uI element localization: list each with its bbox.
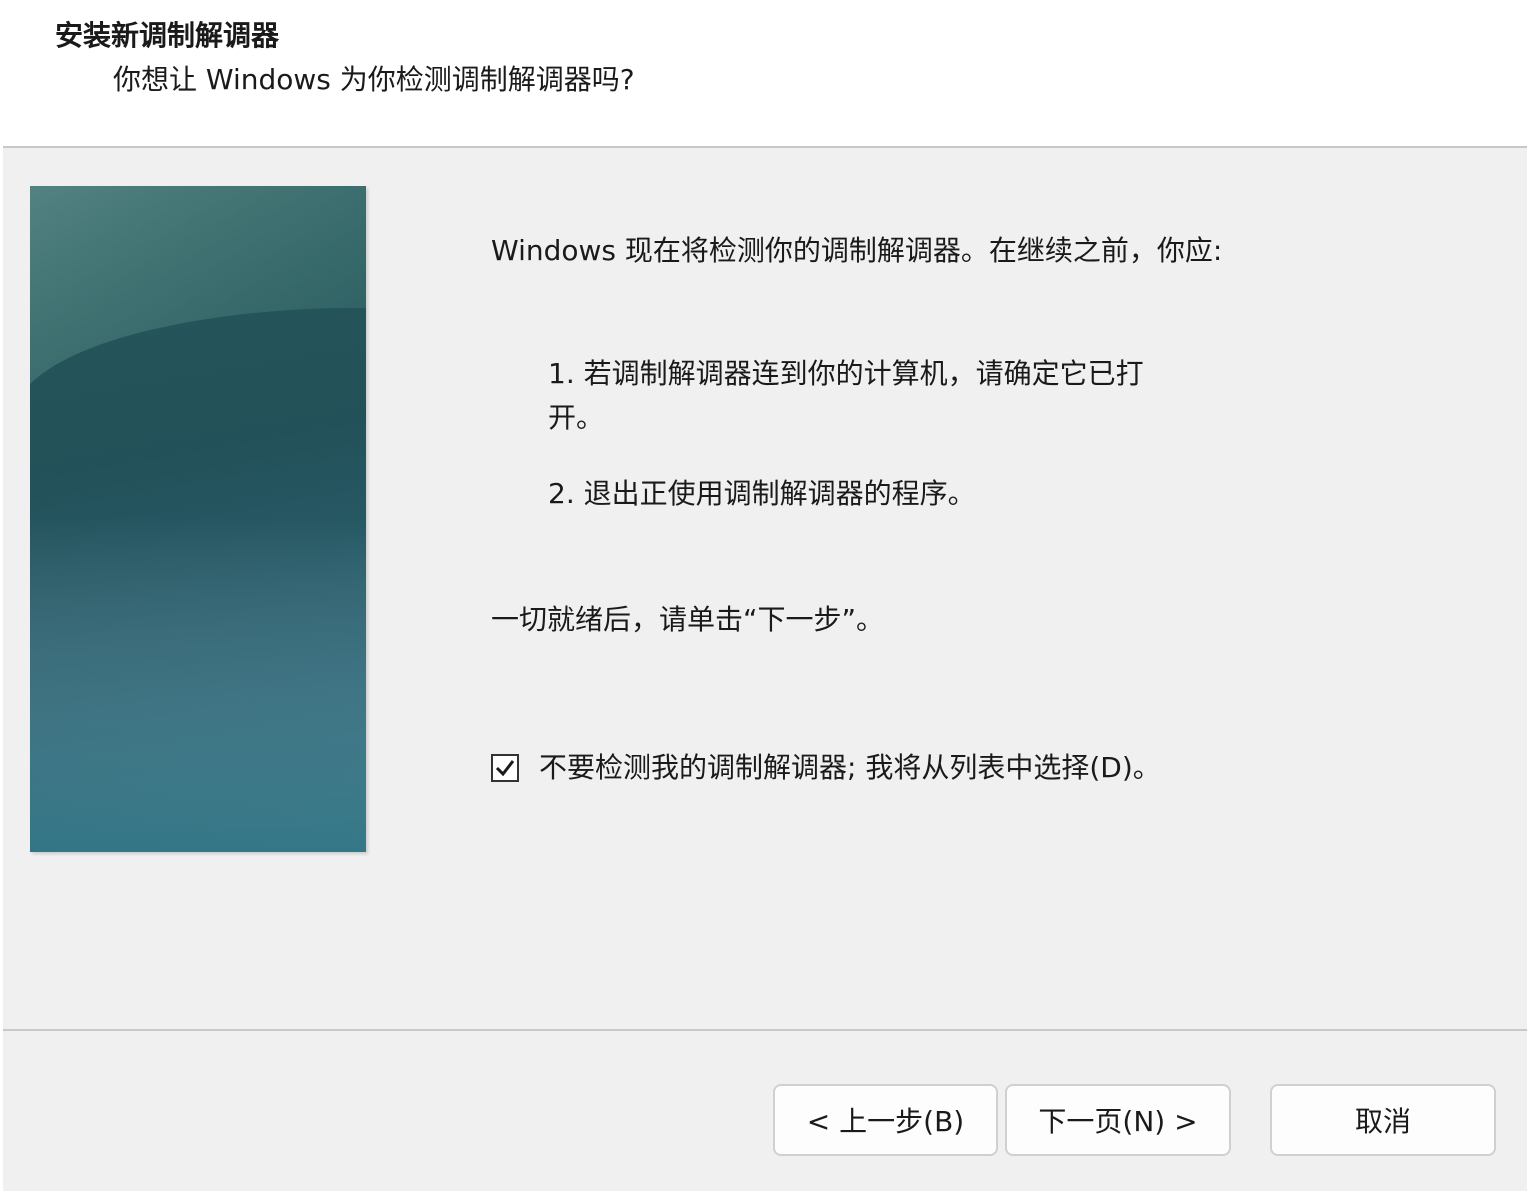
- wizard-title: 安装新调制解调器: [55, 19, 280, 52]
- wizard-header: 安装新调制解调器 你想让 Windows 为你检测调制解调器吗?: [0, 0, 1527, 147]
- skip-detection-checkbox[interactable]: [491, 754, 519, 782]
- intro-text: Windows 现在将检测你的调制解调器。在继续之前，你应:: [491, 234, 1223, 267]
- install-modem-wizard: 安装新调制解调器 你想让 Windows 为你检测调制解调器吗? Windows…: [0, 0, 1527, 1197]
- skip-detection-label[interactable]: 不要检测我的调制解调器; 我将从列表中选择(D)。: [539, 748, 1161, 788]
- window-bottom-edge: [0, 1191, 1527, 1197]
- skip-detection-option[interactable]: 不要检测我的调制解调器; 我将从列表中选择(D)。: [491, 748, 1161, 788]
- wizard-side-banner: [30, 186, 366, 852]
- back-button[interactable]: < 上一步(B): [773, 1084, 998, 1156]
- next-button[interactable]: 下一页(N) >: [1005, 1084, 1231, 1156]
- wizard-subtitle: 你想让 Windows 为你检测调制解调器吗?: [113, 63, 635, 96]
- checkmark-icon: [495, 760, 515, 777]
- step-item-1: 1. 若调制解调器连到你的计算机，请确定它已打开。: [548, 357, 1144, 434]
- banner-graphic: [30, 186, 366, 852]
- step-item-2: 2. 退出正使用调制解调器的程序。: [548, 477, 976, 510]
- cancel-button[interactable]: 取消: [1270, 1084, 1496, 1156]
- ready-instruction: 一切就绪后，请单击“下一步”。: [491, 603, 885, 636]
